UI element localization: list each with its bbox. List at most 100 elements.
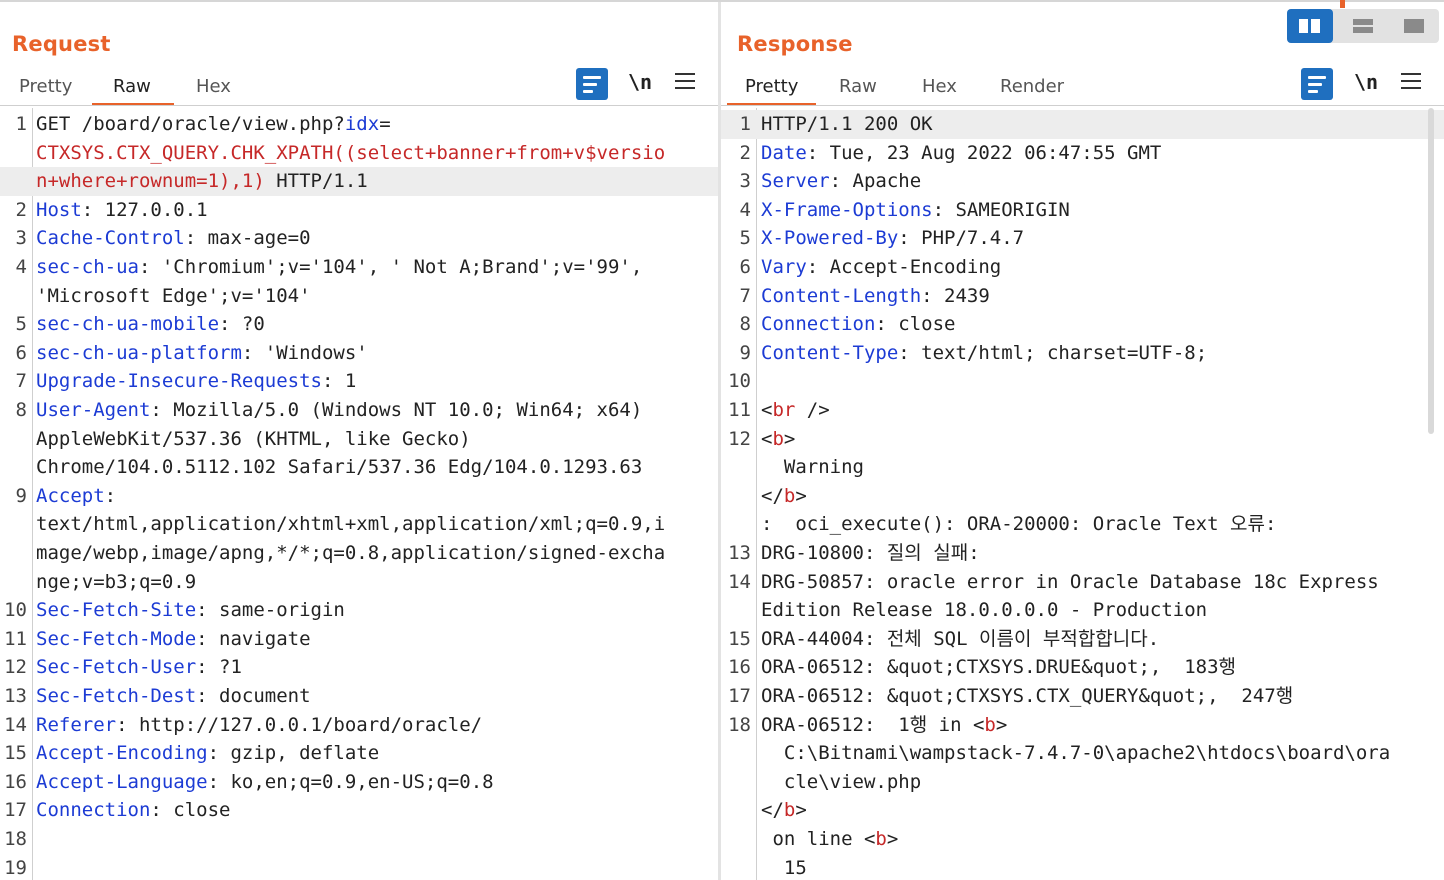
code-line: 19 (0, 854, 718, 880)
code-line: cle\view.php (721, 768, 1444, 797)
line-text: Referer: http://127.0.0.1/board/oracle/ (36, 711, 482, 740)
hamburger-menu-icon[interactable] (675, 72, 695, 90)
code-line: C:\Bitnami\wampstack-7.4.7-0\apache2\htd… (721, 739, 1444, 768)
line-text: text/html,application/xhtml+xml,applicat… (36, 510, 665, 539)
text-segment: HTTP/1.1 200 OK (761, 113, 933, 135)
header-name: User-Agent (36, 399, 151, 421)
request-editor[interactable]: 1 GET /board/oracle/view.php?idx= CTXSYS.C… (0, 108, 718, 880)
line-number: 1 (739, 113, 751, 135)
request-pane: Request Pretty Raw Hex \n 1 GET /board/or… (0, 2, 718, 880)
tab-pretty[interactable]: Pretty (745, 76, 798, 97)
text-segment: Warning (761, 456, 864, 479)
text-segment: : close (875, 313, 956, 336)
header-name: Cache-Control (36, 227, 185, 250)
line-number: 7 (15, 370, 27, 393)
line-number: 11 (4, 627, 27, 650)
text-segment: ORA-44004: 전체 SQL 이름이 부적합합니다. (761, 627, 1160, 650)
text-segment: : close (150, 799, 231, 822)
text-segment: : 'Windows' (241, 341, 368, 364)
tab-raw[interactable]: Raw (113, 76, 151, 97)
tab-render[interactable]: Render (1000, 76, 1064, 97)
text-segment: : SAMEORIGIN (932, 198, 1070, 221)
highlight-token: br (772, 399, 796, 421)
line-number: 14 (728, 570, 751, 593)
code-line: 14 Referer: http://127.0.0.1/board/oracle… (0, 711, 718, 740)
code-line: 5 X-Powered-By: PHP/7.4.7 (721, 224, 1444, 253)
line-number: 16 (4, 770, 27, 793)
line-number: 5 (15, 313, 27, 336)
text-segment: on line < (761, 828, 876, 850)
text-segment: : Tue, 23 Aug 2022 06:47:55 GMT (806, 141, 1162, 164)
text-segment: Edition Release 18.0.0.0.0 - Production (761, 599, 1208, 622)
text-segment: cle\view.php (761, 770, 922, 793)
line-text: <b> (761, 425, 795, 454)
line-text: Content-Type: text/html; charset=UTF-8; (761, 339, 1207, 368)
text-segment: > (783, 427, 796, 450)
newline-toggle[interactable]: \n (628, 70, 652, 94)
line-number: 9 (739, 341, 751, 364)
text-segment: nge;v=b3;q=0.9 (36, 570, 197, 593)
line-text: Content-Length: 2439 (761, 282, 990, 311)
text-segment: > (795, 484, 807, 507)
code-line: 5 sec-ch-ua-mobile: ?0 (0, 310, 718, 339)
code-line: on line <b> (721, 825, 1444, 854)
header-name: sec-ch-ua (36, 256, 139, 278)
header-name: X-Powered-By (761, 227, 899, 250)
scrollbar[interactable] (1428, 108, 1434, 434)
line-number: 1 (15, 113, 27, 135)
line-text: DRG-50857: oracle error in Oracle Databa… (761, 568, 1379, 597)
line-text: Sec-Fetch-Mode: navigate (36, 625, 311, 654)
line-number: 13 (728, 542, 751, 564)
code-line: 12 Sec-Fetch-User: ?1 (0, 653, 718, 682)
text-wrap-icon[interactable] (1301, 68, 1333, 100)
code-line: nge;v=b3;q=0.9 (0, 568, 718, 597)
line-text: Vary: Accept-Encoding (761, 253, 1001, 282)
code-line: 2 Date: Tue, 23 Aug 2022 06:47:55 GMT (721, 139, 1444, 168)
hamburger-menu-icon[interactable] (1401, 72, 1421, 90)
text-segment: DRG-50857: oracle error in Oracle Databa… (761, 570, 1379, 593)
text-segment: DRG-10800: 질의 실패: (761, 542, 980, 564)
text-segment: : Accept-Encoding (806, 256, 1002, 278)
line-text: ORA-44004: 전체 SQL 이름이 부적합합니다. (761, 625, 1159, 654)
text-segment: ORA-06512: &quot;CTXSYS.CTX_QUERY&quot;,… (761, 685, 1294, 707)
header-name: Accept-Language (36, 770, 208, 793)
text-segment: text/html,application/xhtml+xml,applicat… (36, 513, 666, 536)
line-number: 3 (739, 170, 751, 193)
header-name: Sec-Fetch-Site (36, 599, 197, 622)
text-segment: HTTP/1.1 (264, 170, 368, 193)
code-line: 13 Sec-Fetch-Dest: document (0, 682, 718, 711)
code-line: 11 <br /> (721, 396, 1444, 425)
line-text: ORA-06512: &quot;CTXSYS.CTX_QUERY&quot;,… (761, 682, 1293, 711)
line-text: Cache-Control: max-age=0 (36, 224, 311, 253)
line-number: 14 (4, 713, 27, 736)
response-editor[interactable]: 1 HTTP/1.1 200 OK 2 Date: Tue, 23 Aug 2022 … (721, 108, 1444, 880)
header-name: idx (344, 113, 380, 135)
line-number: 8 (15, 399, 27, 421)
text-segment: ORA-06512: 1행 in < (761, 713, 985, 736)
tab-raw[interactable]: Raw (839, 76, 877, 97)
request-title: Request (12, 32, 111, 56)
text-segment: 15 (761, 856, 807, 879)
line-text: n+where+rownum=1),1) HTTP/1.1 (36, 167, 368, 196)
line-text: DRG-10800: 질의 실패: (761, 539, 980, 568)
response-tabs: Pretty Raw Hex Render (721, 68, 1444, 106)
text-segment: < (761, 399, 773, 421)
code-line: AppleWebKit/537.36 (KHTML, like Gecko) (0, 425, 718, 454)
line-number: 6 (739, 256, 751, 278)
text-segment: ORA-06512: &quot;CTXSYS.DRUE&quot;, 183행 (761, 656, 1237, 679)
text-wrap-icon[interactable] (576, 68, 608, 100)
newline-toggle[interactable]: \n (1354, 70, 1378, 94)
tab-pretty[interactable]: Pretty (19, 76, 72, 97)
line-number: 17 (728, 685, 751, 707)
text-segment: > (886, 828, 899, 850)
code-line: : oci_execute(): ORA-20000: Oracle Text … (721, 510, 1444, 539)
code-line: 12 <b> (721, 425, 1444, 454)
line-text: C:\Bitnami\wampstack-7.4.7-0\apache2\htd… (761, 739, 1390, 768)
tab-hex[interactable]: Hex (196, 76, 231, 97)
code-line: 11 Sec-Fetch-Mode: navigate (0, 625, 718, 654)
line-text: sec-ch-ua-platform: 'Windows' (36, 339, 368, 368)
code-line: 10 (721, 367, 1444, 396)
text-segment: : text/html; charset=UTF-8; (898, 341, 1208, 364)
code-line: 18 (0, 825, 718, 854)
tab-hex[interactable]: Hex (922, 76, 957, 97)
